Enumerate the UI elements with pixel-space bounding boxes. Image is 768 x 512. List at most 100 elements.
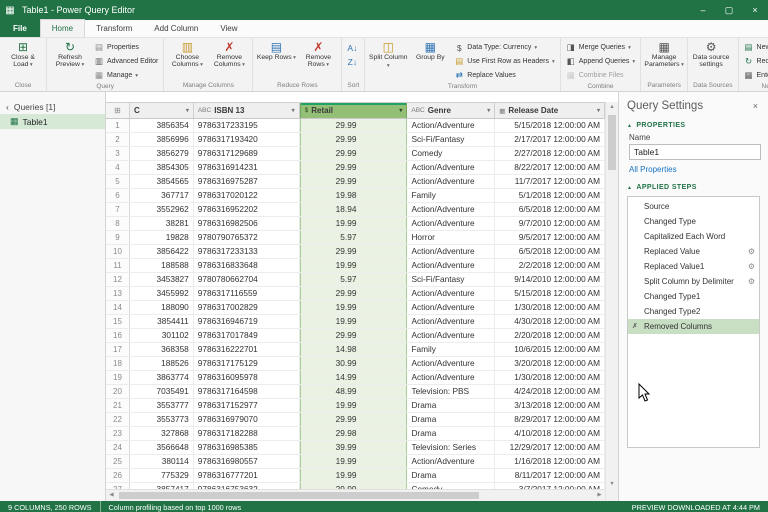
- cell[interactable]: 39.99: [300, 441, 408, 454]
- cell[interactable]: 19828: [130, 231, 194, 244]
- all-properties-link[interactable]: All Properties: [619, 160, 768, 180]
- cell[interactable]: 30.99: [300, 357, 408, 370]
- cell[interactable]: 9786316982506: [194, 217, 300, 230]
- cell[interactable]: 9786317129689: [194, 147, 300, 160]
- cell[interactable]: 19.99: [300, 315, 408, 328]
- column-header-isbn-13[interactable]: ABCISBN 13▾: [194, 103, 300, 118]
- cell[interactable]: Action/Adventure: [407, 287, 495, 300]
- cell[interactable]: 380114: [130, 455, 194, 468]
- use-first-row-as-headers-button[interactable]: ▤Use First Row as Headers▾: [452, 55, 556, 68]
- scroll-down-icon[interactable]: ▼: [606, 479, 618, 490]
- cell[interactable]: Family: [407, 343, 495, 356]
- query-name-input[interactable]: [629, 144, 761, 160]
- cell[interactable]: 1/30/2018 12:00:00 AM: [495, 371, 605, 384]
- cell[interactable]: 29.99: [300, 147, 408, 160]
- maximize-button[interactable]: ▢: [716, 0, 742, 20]
- column-header-retail[interactable]: $Retail▾: [300, 103, 408, 118]
- cell[interactable]: 3566648: [130, 441, 194, 454]
- tab-view[interactable]: View: [209, 20, 248, 37]
- cell[interactable]: Comedy: [407, 147, 495, 160]
- data-source-settings-button[interactable]: ⚙Data source settings: [691, 39, 731, 69]
- cell[interactable]: Action/Adventure: [407, 455, 495, 468]
- cell[interactable]: 9786316979070: [194, 413, 300, 426]
- tab-file[interactable]: File: [0, 20, 40, 37]
- cell[interactable]: 29.99: [300, 175, 408, 188]
- cell[interactable]: 6/5/2018 12:00:00 AM: [495, 203, 605, 216]
- tab-add-column[interactable]: Add Column: [143, 20, 209, 37]
- applied-step-changed-type2[interactable]: Changed Type2: [628, 304, 759, 319]
- cell[interactable]: 368358: [130, 343, 194, 356]
- cell[interactable]: 1/30/2018 12:00:00 AM: [495, 301, 605, 314]
- scroll-up-icon[interactable]: ▲: [606, 102, 618, 113]
- cell[interactable]: 3455992: [130, 287, 194, 300]
- cell[interactable]: 4/10/2018 12:00:00 AM: [495, 427, 605, 440]
- applied-step-split-column-by-delimiter[interactable]: ⚙Split Column by Delimiter: [628, 274, 759, 289]
- vertical-scroll-thumb[interactable]: [608, 115, 616, 170]
- cell[interactable]: Sci-Fi/Fantasy: [407, 133, 495, 146]
- applied-step-replaced-value[interactable]: ⚙Replaced Value: [628, 244, 759, 259]
- cell[interactable]: Action/Adventure: [407, 245, 495, 258]
- applied-step-changed-type[interactable]: Changed Type: [628, 214, 759, 229]
- combine-files-button[interactable]: ▦Combine Files: [564, 69, 637, 82]
- cell[interactable]: Drama: [407, 469, 495, 482]
- advanced-editor-button[interactable]: ▥Advanced Editor: [92, 55, 160, 68]
- cell[interactable]: 19.99: [300, 399, 408, 412]
- filter-button[interactable]: ▾: [397, 107, 404, 114]
- cell[interactable]: Drama: [407, 427, 495, 440]
- cell[interactable]: 6/5/2018 12:00:00 AM: [495, 245, 605, 258]
- cell[interactable]: 7035491: [130, 385, 194, 398]
- cell[interactable]: Action/Adventure: [407, 371, 495, 384]
- cell[interactable]: 188526: [130, 357, 194, 370]
- cell[interactable]: 29.99: [300, 119, 408, 132]
- column-header-c[interactable]: C▾: [130, 103, 194, 118]
- cell[interactable]: 9786317193420: [194, 133, 300, 146]
- cell[interactable]: 29.99: [300, 413, 408, 426]
- cell[interactable]: Action/Adventure: [407, 217, 495, 230]
- close-window-button[interactable]: ×: [742, 0, 768, 20]
- cell[interactable]: 12/29/2017 12:00:00 AM: [495, 441, 605, 454]
- cell[interactable]: 3856279: [130, 147, 194, 160]
- cell[interactable]: 3854305: [130, 161, 194, 174]
- cell[interactable]: 29.98: [300, 427, 408, 440]
- cell[interactable]: 4/24/2018 12:00:00 AM: [495, 385, 605, 398]
- cell[interactable]: Action/Adventure: [407, 329, 495, 342]
- cell[interactable]: 8/29/2017 12:00:00 AM: [495, 413, 605, 426]
- cell[interactable]: Action/Adventure: [407, 315, 495, 328]
- cell[interactable]: 775329: [130, 469, 194, 482]
- cell[interactable]: 3553777: [130, 399, 194, 412]
- cell[interactable]: 9/14/2010 12:00:00 AM: [495, 273, 605, 286]
- cell[interactable]: 9786317017849: [194, 329, 300, 342]
- cell[interactable]: Action/Adventure: [407, 259, 495, 272]
- cell[interactable]: 9786316980557: [194, 455, 300, 468]
- cell[interactable]: 9786317233195: [194, 119, 300, 132]
- cell[interactable]: 3453827: [130, 273, 194, 286]
- cell[interactable]: 9/5/2017 12:00:00 AM: [495, 231, 605, 244]
- cell[interactable]: 2/17/2017 12:00:00 AM: [495, 133, 605, 146]
- cell[interactable]: 29.99: [300, 133, 408, 146]
- append-queries-button[interactable]: ◧Append Queries▾: [564, 55, 637, 68]
- cell[interactable]: 2/2/2018 12:00:00 AM: [495, 259, 605, 272]
- properties-button[interactable]: ▤Properties: [92, 41, 160, 54]
- step-settings-gear-icon[interactable]: ⚙: [748, 244, 755, 259]
- cell[interactable]: 18.94: [300, 203, 408, 216]
- column-header-release-date[interactable]: ▦Release Date▾: [495, 103, 605, 118]
- cell[interactable]: Action/Adventure: [407, 161, 495, 174]
- cell[interactable]: 188588: [130, 259, 194, 272]
- cell[interactable]: 8/22/2017 12:00:00 AM: [495, 161, 605, 174]
- applied-step-replaced-value1[interactable]: ⚙Replaced Value1: [628, 259, 759, 274]
- cell[interactable]: Action/Adventure: [407, 203, 495, 216]
- cell[interactable]: 29.99: [300, 287, 408, 300]
- cell[interactable]: Action/Adventure: [407, 119, 495, 132]
- cell[interactable]: 3856422: [130, 245, 194, 258]
- remove-columns-button[interactable]: ✗Remove Columns ▾: [209, 39, 249, 70]
- sort-descending-button[interactable]: Z↓: [345, 55, 359, 68]
- cell[interactable]: 3856354: [130, 119, 194, 132]
- cell[interactable]: 9786317233133: [194, 245, 300, 258]
- cell[interactable]: Sci-Fi/Fantasy: [407, 273, 495, 286]
- cell[interactable]: 3863774: [130, 371, 194, 384]
- cell[interactable]: Television: PBS: [407, 385, 495, 398]
- applied-step-source[interactable]: Source: [628, 199, 759, 214]
- recent-sources-button[interactable]: ↻Recent Sources▾: [742, 55, 768, 68]
- cell[interactable]: 29.99: [300, 245, 408, 258]
- cell[interactable]: 14.98: [300, 343, 408, 356]
